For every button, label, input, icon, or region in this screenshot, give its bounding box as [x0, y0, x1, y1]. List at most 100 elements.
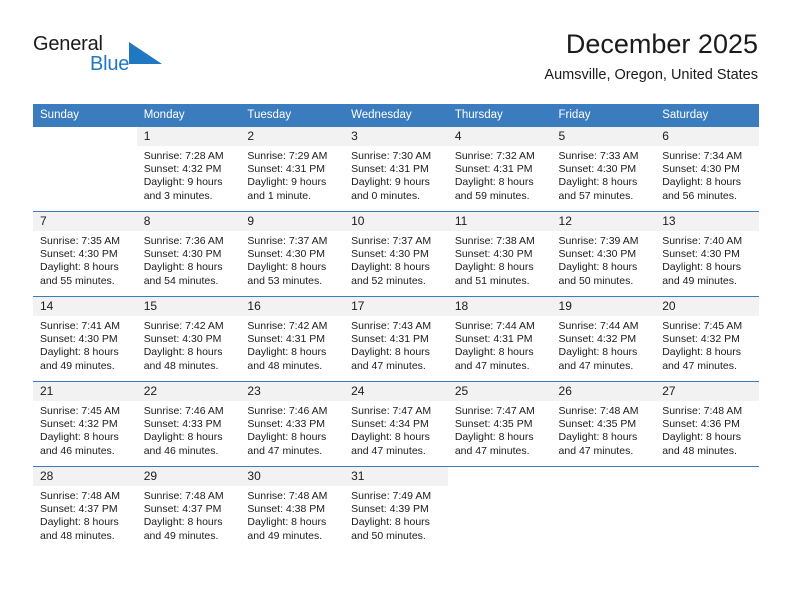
calendar-day[interactable]: 9 Sunrise: 7:37 AM Sunset: 4:30 PM Daylight…	[240, 212, 345, 296]
sunset-text: Sunset: 4:37 PM	[40, 503, 118, 516]
calendar-cell[interactable]: 11 Sunrise: 7:38 AM Sunset: 4:30 PM Dayligh…	[447, 211, 552, 297]
sunrise-text: Sunrise: 7:48 AM	[247, 490, 328, 502]
calendar-cell[interactable]: 8 Sunrise: 7:36 AM Sunset: 4:30 PM Daylight…	[136, 211, 241, 297]
daylight-text-line1: Daylight: 8 hours	[247, 346, 327, 359]
calendar-day[interactable]: 13 Sunrise: 7:40 AM Sunset: 4:30 PM Dayligh…	[655, 212, 759, 296]
calendar-day[interactable]: 20 Sunrise: 7:45 AM Sunset: 4:32 PM Dayligh…	[655, 297, 759, 381]
day-number: 10	[344, 212, 448, 231]
calendar-table: Sunday Monday Tuesday Wednesday Thursday…	[33, 104, 759, 551]
calendar-day[interactable]: 2 Sunrise: 7:29 AM Sunset: 4:31 PM Daylight…	[240, 127, 345, 211]
calendar-day[interactable]: 22 Sunrise: 7:46 AM Sunset: 4:33 PM Dayligh…	[136, 382, 241, 466]
daylight-text-line1: Daylight: 8 hours	[558, 176, 638, 189]
calendar-cell[interactable]: 16 Sunrise: 7:42 AM Sunset: 4:31 PM Dayligh…	[240, 296, 345, 382]
calendar-day[interactable]: 23 Sunrise: 7:46 AM Sunset: 4:33 PM Dayligh…	[240, 382, 345, 466]
calendar-day[interactable]: 30 Sunrise: 7:48 AM Sunset: 4:38 PM Dayligh…	[240, 467, 345, 551]
daylight-text-line1: Daylight: 8 hours	[247, 261, 327, 274]
calendar-cell[interactable]: 13 Sunrise: 7:40 AM Sunset: 4:30 PM Dayligh…	[655, 211, 759, 297]
calendar-cell[interactable]: 28 Sunrise: 7:48 AM Sunset: 4:37 PM Dayligh…	[33, 466, 137, 551]
calendar-cell[interactable]: 24 Sunrise: 7:47 AM Sunset: 4:34 PM Dayligh…	[344, 381, 448, 467]
calendar-day[interactable]: 8 Sunrise: 7:36 AM Sunset: 4:30 PM Daylight…	[136, 212, 241, 296]
calendar-day[interactable]: 16 Sunrise: 7:42 AM Sunset: 4:31 PM Dayligh…	[240, 297, 345, 381]
sunset-text: Sunset: 4:30 PM	[558, 248, 637, 261]
day-details: Sunrise: 7:37 AM Sunset: 4:30 PM Daylight:…	[240, 231, 344, 288]
day-number: 19	[551, 297, 656, 316]
sunrise-text: Sunrise: 7:38 AM	[454, 235, 535, 247]
calendar-cell[interactable]: 22 Sunrise: 7:46 AM Sunset: 4:33 PM Dayligh…	[136, 381, 241, 467]
daylight-text-line2: and 47 minutes.	[558, 444, 634, 457]
daylight-text-line2: and 49 minutes.	[247, 529, 323, 542]
calendar-cell[interactable]: 23 Sunrise: 7:46 AM Sunset: 4:33 PM Dayligh…	[240, 381, 345, 467]
calendar-cell[interactable]: 18 Sunrise: 7:44 AM Sunset: 4:31 PM Dayligh…	[447, 296, 552, 382]
calendar-cell[interactable]: 2 Sunrise: 7:29 AM Sunset: 4:31 PM Daylight…	[240, 126, 345, 212]
calendar-day[interactable]: 6 Sunrise: 7:34 AM Sunset: 4:30 PM Daylight…	[655, 127, 759, 211]
calendar-cell[interactable]: 14 Sunrise: 7:41 AM Sunset: 4:30 PM Dayligh…	[33, 296, 137, 382]
calendar-cell[interactable]: 4 Sunrise: 7:32 AM Sunset: 4:31 PM Daylight…	[447, 126, 552, 212]
calendar-cell[interactable]: 20 Sunrise: 7:45 AM Sunset: 4:32 PM Dayligh…	[655, 296, 759, 382]
daylight-text-line1: Daylight: 8 hours	[351, 261, 430, 274]
calendar-day[interactable]: 18 Sunrise: 7:44 AM Sunset: 4:31 PM Dayligh…	[447, 297, 552, 381]
day-number: 13	[655, 212, 759, 231]
calendar-day[interactable]: 14 Sunrise: 7:41 AM Sunset: 4:30 PM Dayligh…	[33, 297, 137, 381]
day-details: Sunrise: 7:37 AM Sunset: 4:30 PM Daylight:…	[344, 231, 448, 288]
sunrise-text: Sunrise: 7:42 AM	[247, 320, 328, 332]
sunset-text: Sunset: 4:33 PM	[143, 418, 222, 431]
sunset-text: Sunset: 4:31 PM	[247, 163, 326, 176]
calendar-day[interactable]: 25 Sunrise: 7:47 AM Sunset: 4:35 PM Dayligh…	[447, 382, 552, 466]
calendar-day[interactable]: 12 Sunrise: 7:39 AM Sunset: 4:30 PM Dayligh…	[551, 212, 656, 296]
calendar-cell[interactable]: 9 Sunrise: 7:37 AM Sunset: 4:30 PM Daylight…	[240, 211, 345, 297]
calendar-day[interactable]: 24 Sunrise: 7:47 AM Sunset: 4:34 PM Dayligh…	[344, 382, 448, 466]
calendar-cell[interactable]: 19 Sunrise: 7:44 AM Sunset: 4:32 PM Dayligh…	[551, 296, 656, 382]
daylight-text-line1: Daylight: 8 hours	[143, 516, 223, 529]
calendar-day[interactable]: 10 Sunrise: 7:37 AM Sunset: 4:30 PM Dayligh…	[344, 212, 448, 296]
calendar-cell[interactable]: 3 Sunrise: 7:30 AM Sunset: 4:31 PM Daylight…	[344, 126, 448, 212]
calendar-day[interactable]: 11 Sunrise: 7:38 AM Sunset: 4:30 PM Dayligh…	[447, 212, 552, 296]
calendar-day[interactable]: 27 Sunrise: 7:48 AM Sunset: 4:36 PM Dayligh…	[655, 382, 759, 466]
calendar-cell[interactable]: 26 Sunrise: 7:48 AM Sunset: 4:35 PM Dayligh…	[551, 381, 656, 467]
calendar-cell[interactable]: 10 Sunrise: 7:37 AM Sunset: 4:30 PM Dayligh…	[344, 211, 448, 297]
calendar-cell[interactable]: 27 Sunrise: 7:48 AM Sunset: 4:36 PM Dayligh…	[655, 381, 759, 467]
calendar-day[interactable]: 5 Sunrise: 7:33 AM Sunset: 4:30 PM Daylight…	[551, 127, 656, 211]
daylight-text-line2: and 49 minutes.	[40, 359, 115, 372]
calendar-day[interactable]: 28 Sunrise: 7:48 AM Sunset: 4:37 PM Dayligh…	[33, 467, 137, 551]
calendar-cell[interactable]: 15 Sunrise: 7:42 AM Sunset: 4:30 PM Dayligh…	[136, 296, 241, 382]
calendar-cell[interactable]: 12 Sunrise: 7:39 AM Sunset: 4:30 PM Dayligh…	[551, 211, 656, 297]
calendar-day[interactable]: 31 Sunrise: 7:49 AM Sunset: 4:39 PM Dayligh…	[344, 467, 448, 551]
calendar-cell[interactable]	[551, 466, 656, 551]
sunset-text: Sunset: 4:32 PM	[662, 333, 740, 346]
calendar-day[interactable]: 3 Sunrise: 7:30 AM Sunset: 4:31 PM Daylight…	[344, 127, 448, 211]
calendar-cell[interactable]	[447, 466, 552, 551]
sunrise-text: Sunrise: 7:47 AM	[454, 405, 535, 417]
calendar-cell[interactable]: 7 Sunrise: 7:35 AM Sunset: 4:30 PM Daylight…	[33, 211, 137, 297]
calendar-day[interactable]: 29 Sunrise: 7:48 AM Sunset: 4:37 PM Dayligh…	[136, 467, 241, 551]
daylight-text-line1: Daylight: 9 hours	[351, 176, 430, 189]
sunrise-text: Sunrise: 7:40 AM	[662, 235, 743, 247]
calendar-cell[interactable]: 30 Sunrise: 7:48 AM Sunset: 4:38 PM Dayligh…	[240, 466, 345, 551]
day-details: Sunrise: 7:42 AM Sunset: 4:30 PM Daylight:…	[137, 316, 241, 373]
calendar-day[interactable]: 26 Sunrise: 7:48 AM Sunset: 4:35 PM Dayligh…	[551, 382, 656, 466]
day-details: Sunrise: 7:28 AM Sunset: 4:32 PM Daylight:…	[137, 146, 241, 203]
calendar-cell[interactable]: 21 Sunrise: 7:45 AM Sunset: 4:32 PM Dayligh…	[33, 381, 137, 467]
calendar-day[interactable]: 1 Sunrise: 7:28 AM Sunset: 4:32 PM Daylight…	[136, 127, 241, 211]
daylight-text-line1: Daylight: 8 hours	[143, 346, 223, 359]
calendar-day[interactable]: 4 Sunrise: 7:32 AM Sunset: 4:31 PM Daylight…	[447, 127, 552, 211]
calendar-cell[interactable]: 17 Sunrise: 7:43 AM Sunset: 4:31 PM Dayligh…	[344, 296, 448, 382]
calendar-cell[interactable]: 31 Sunrise: 7:49 AM Sunset: 4:39 PM Dayligh…	[344, 466, 448, 551]
calendar-cell[interactable]: 6 Sunrise: 7:34 AM Sunset: 4:30 PM Daylight…	[655, 126, 759, 212]
calendar-cell[interactable]	[33, 126, 137, 212]
calendar-cell[interactable]: 25 Sunrise: 7:47 AM Sunset: 4:35 PM Dayligh…	[447, 381, 552, 467]
calendar-cell[interactable]: 29 Sunrise: 7:48 AM Sunset: 4:37 PM Dayligh…	[136, 466, 241, 551]
calendar-day[interactable]: 19 Sunrise: 7:44 AM Sunset: 4:32 PM Dayligh…	[551, 297, 656, 381]
calendar-day[interactable]: 17 Sunrise: 7:43 AM Sunset: 4:31 PM Dayligh…	[344, 297, 448, 381]
calendar-cell[interactable]	[655, 466, 759, 551]
day-number: 17	[344, 297, 448, 316]
calendar-day[interactable]: 21 Sunrise: 7:45 AM Sunset: 4:32 PM Dayligh…	[33, 382, 137, 466]
day-number: 4	[447, 127, 552, 146]
calendar-day[interactable]: 7 Sunrise: 7:35 AM Sunset: 4:30 PM Daylight…	[33, 212, 137, 296]
sunrise-text: Sunrise: 7:37 AM	[247, 235, 328, 247]
calendar-cell[interactable]: 5 Sunrise: 7:33 AM Sunset: 4:30 PM Daylight…	[551, 126, 656, 212]
calendar-week-row: 1 Sunrise: 7:28 AM Sunset: 4:32 PM Daylight…	[33, 126, 759, 212]
calendar-day[interactable]: 15 Sunrise: 7:42 AM Sunset: 4:30 PM Dayligh…	[136, 297, 241, 381]
day-number: 11	[447, 212, 552, 231]
general-blue-logo[interactable]: General Blue	[33, 33, 162, 79]
calendar-cell[interactable]: 1 Sunrise: 7:28 AM Sunset: 4:32 PM Daylight…	[136, 126, 241, 212]
